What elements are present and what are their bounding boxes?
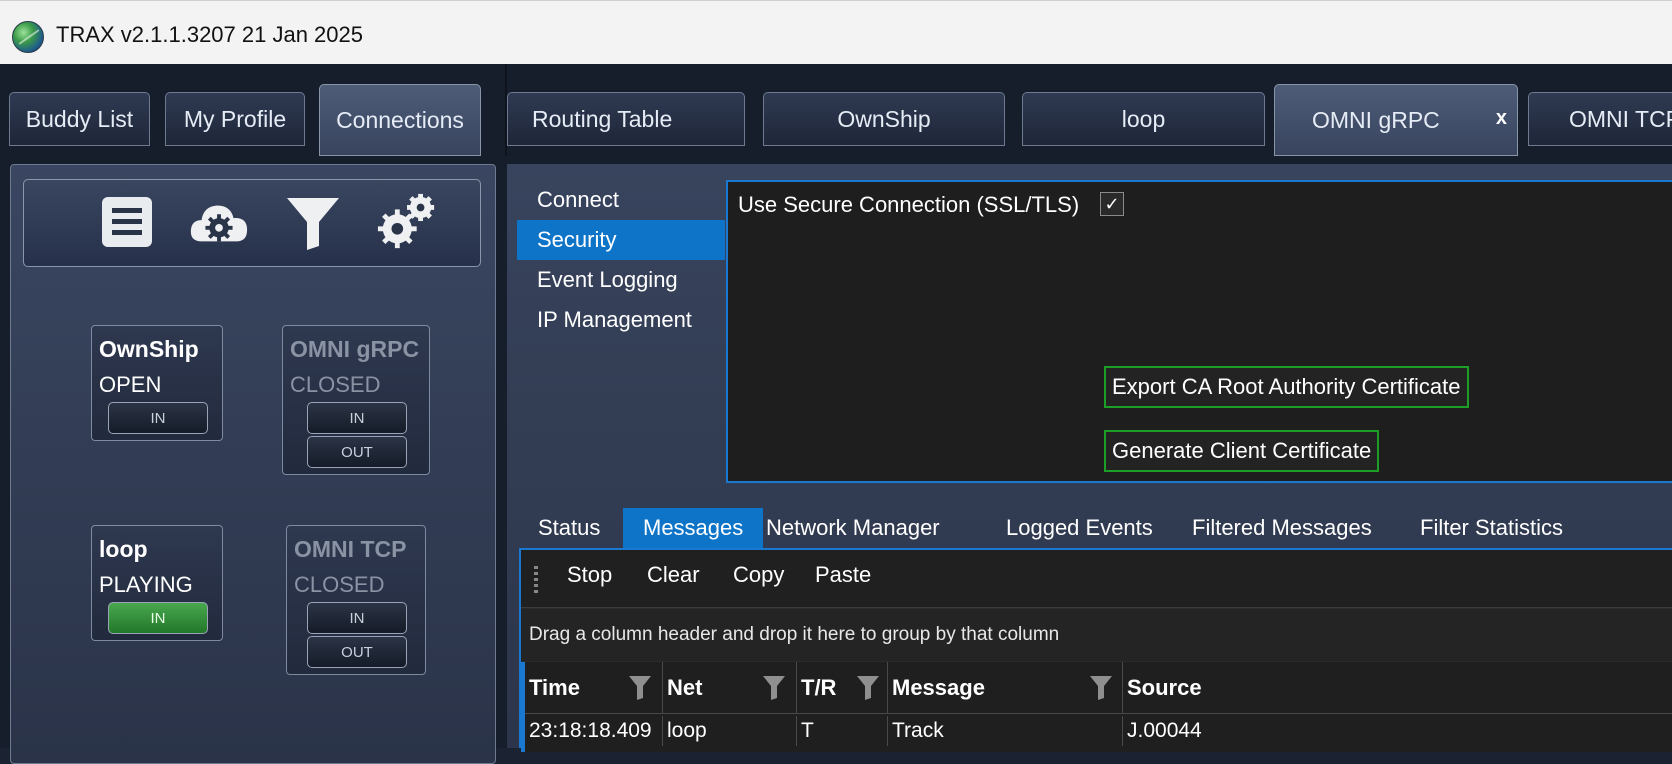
filter-icon[interactable] [629, 676, 651, 700]
close-tab-icon[interactable]: x [1496, 107, 1507, 130]
column-label: T/R [801, 675, 837, 700]
nav-event-logging[interactable]: Event Logging [517, 260, 725, 300]
messages-grid: Time Net T/R Message Source 23:18:18.409… [521, 662, 1672, 752]
connections-toolbar [23, 179, 481, 267]
tab-label: Buddy List [25, 105, 134, 132]
tab-buddy-list[interactable]: Buddy List [9, 92, 150, 146]
title-bar: TRAX v2.1.1.3207 21 Jan 2025 [0, 0, 1672, 64]
secure-connection-label: Use Secure Connection (SSL/TLS) [738, 192, 1080, 217]
connection-name: loop [99, 536, 148, 562]
tab-ownship[interactable]: OwnShip [763, 92, 1005, 146]
tab-label: OMNI TCP [1569, 105, 1672, 132]
security-settings: Use Secure Connection (SSL/TLS) ✓ Export… [726, 180, 1672, 483]
toolbar-grip-icon[interactable] [534, 566, 538, 594]
tab-label: OwnShip [837, 105, 931, 132]
tab-omni-tcp[interactable]: OMNI TCP [1528, 92, 1672, 146]
column-header-source[interactable]: Source [1123, 662, 1672, 714]
copy-button[interactable]: Copy [733, 562, 784, 588]
nav-ip-management[interactable]: IP Management [517, 300, 725, 340]
tab-label: Routing Table [532, 105, 673, 132]
filter-icon[interactable] [1090, 676, 1112, 700]
filter-icon[interactable] [857, 676, 879, 700]
tab-omni-grpc[interactable]: OMNI gRPC x [1274, 84, 1518, 156]
column-header-net[interactable]: Net [663, 662, 797, 714]
connection-card-omni-tcp[interactable]: OMNI TCP CLOSED IN OUT [286, 525, 426, 675]
in-button[interactable]: IN [108, 402, 208, 434]
generate-client-certificate-button[interactable]: Generate Client Certificate [1104, 430, 1380, 472]
connection-name: OwnShip [99, 336, 199, 362]
tab-my-profile[interactable]: My Profile [165, 92, 305, 146]
column-label: Source [1127, 675, 1202, 700]
tab-label: loop [1121, 105, 1166, 132]
nav-connect[interactable]: Connect [517, 180, 725, 220]
column-header-tr[interactable]: T/R [797, 662, 888, 714]
tab-logged-events[interactable]: Logged Events [986, 508, 1173, 548]
cell-source[interactable]: J.00044 [1123, 716, 1672, 746]
in-button[interactable]: IN [108, 602, 208, 634]
connection-state: OPEN [99, 372, 162, 397]
cell-net[interactable]: loop [663, 716, 797, 746]
column-label: Message [892, 675, 985, 700]
tab-label: My Profile [183, 105, 287, 132]
tab-messages[interactable]: Messages [623, 508, 764, 548]
list-icon[interactable] [96, 192, 158, 252]
export-ca-certificate-button[interactable]: Export CA Root Authority Certificate [1104, 366, 1469, 408]
column-header-time[interactable]: Time [525, 662, 663, 714]
app-globe-icon [12, 21, 44, 53]
tab-connections[interactable]: Connections [319, 84, 481, 156]
column-header-message[interactable]: Message [888, 662, 1123, 714]
tab-network-manager[interactable]: Network Manager [746, 508, 960, 548]
stop-button[interactable]: Stop [567, 562, 612, 588]
connection-state: CLOSED [290, 372, 381, 397]
connection-card-omni-grpc[interactable]: OMNI gRPC CLOSED IN OUT [282, 325, 430, 475]
out-button[interactable]: OUT [307, 436, 407, 468]
group-by-area[interactable]: Drag a column header and drop it here to… [521, 609, 1672, 661]
connection-name: OMNI TCP [294, 536, 407, 562]
connection-state: CLOSED [294, 572, 385, 597]
secure-connection-checkbox[interactable]: ✓ [1100, 192, 1124, 216]
messages-toolbar: Stop Clear Copy Paste [521, 550, 1672, 608]
cloud-settings-icon[interactable] [188, 192, 250, 252]
tab-label: OMNI gRPC [1312, 106, 1440, 133]
connections-panel: OwnShip OPEN IN OMNI gRPC CLOSED IN OUT … [10, 164, 496, 764]
cell-tr[interactable]: T [797, 716, 888, 746]
column-label: Net [667, 675, 703, 700]
app-body: Buddy List My Profile Connections Routin… [0, 64, 1672, 764]
tab-routing-table[interactable]: Routing Table [507, 92, 745, 146]
tab-filter-statistics[interactable]: Filter Statistics [1400, 508, 1583, 548]
out-button[interactable]: OUT [307, 636, 407, 668]
gears-icon[interactable] [376, 192, 438, 252]
filter-icon[interactable] [763, 676, 785, 700]
column-label: Time [529, 675, 580, 700]
tab-filtered-messages[interactable]: Filtered Messages [1172, 508, 1392, 548]
connection-card-ownship[interactable]: OwnShip OPEN IN [91, 325, 223, 441]
cell-message[interactable]: Track [888, 716, 1123, 746]
connection-state: PLAYING [99, 572, 193, 597]
window-title: TRAX v2.1.1.3207 21 Jan 2025 [56, 22, 363, 47]
nav-security[interactable]: Security [517, 220, 725, 260]
tab-status[interactable]: Status [518, 508, 620, 548]
tab-loop[interactable]: loop [1022, 92, 1265, 146]
in-button[interactable]: IN [307, 602, 407, 634]
in-button[interactable]: IN [307, 402, 407, 434]
messages-view: Stop Clear Copy Paste Drag a column head… [519, 548, 1672, 752]
connection-card-loop[interactable]: loop PLAYING IN [91, 525, 223, 641]
clear-button[interactable]: Clear [647, 562, 700, 588]
filter-icon[interactable] [282, 192, 344, 252]
connection-name: OMNI gRPC [290, 336, 420, 362]
paste-button[interactable]: Paste [815, 562, 871, 588]
connection-detail-panel: Connect Security Event Logging IP Manage… [507, 164, 1672, 752]
cell-time[interactable]: 23:18:18.409 [525, 716, 663, 746]
tab-label: Connections [336, 106, 464, 133]
